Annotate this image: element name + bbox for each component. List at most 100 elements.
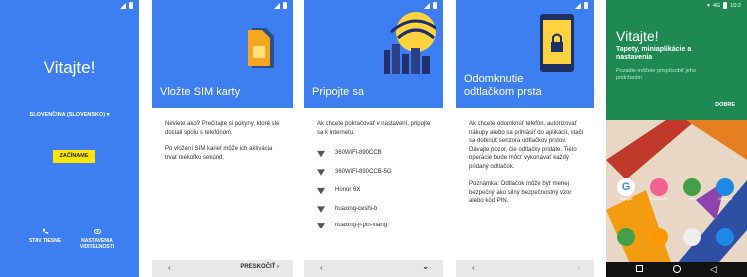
tour-note: Pozadie môžete prispôsobiť jeho pridržan…	[616, 68, 697, 81]
welcome-screen: Vitajte! SLOVENČINA (SLOVENSKO) ▾ ZAČÍNA…	[0, 0, 139, 277]
signal-icon	[424, 2, 430, 9]
phone-icon	[42, 228, 48, 234]
store-icon	[716, 178, 734, 196]
start-button[interactable]: ZAČÍNAME	[53, 150, 95, 163]
app-label: Hry	[688, 196, 696, 201]
back-icon[interactable]: ◁	[710, 264, 717, 274]
contacts-app-icon[interactable]	[650, 228, 668, 246]
network-type: 4G	[712, 2, 721, 9]
wifi-network-item[interactable]: Honor 6X	[317, 186, 433, 195]
app-google[interactable]: G Google	[614, 178, 638, 201]
skip-button[interactable]: PRESKOČIŤ ›	[240, 264, 279, 270]
battery-icon	[433, 2, 437, 9]
language-label: SLOVENČINA (SLOVENSKO)	[29, 112, 106, 118]
photos-icon	[650, 178, 668, 196]
battery-icon	[129, 2, 133, 9]
app-label: Obchod	[717, 196, 732, 201]
body: Ak chcete pokračovať v nastavení, pripoj…	[317, 120, 433, 238]
expand-button[interactable]: ⌄	[422, 262, 429, 271]
app-drawer-icon[interactable]	[683, 228, 701, 246]
description: Ak chcete odomknúť telefón, autorizovať …	[469, 121, 584, 170]
network-name: 360WiFi-890CCB-5G	[335, 168, 392, 175]
fingerprint-screen: Odomknutie odtlačkom prsta Ak chcete odom…	[456, 0, 594, 277]
ok-button[interactable]: DOBRE	[715, 102, 735, 108]
phone-app-icon[interactable]	[617, 228, 635, 246]
page-title: Pripojte sa	[312, 86, 364, 98]
accessibility-button[interactable]: NASTAVENIA VIDITEĽNOSTI	[72, 228, 122, 250]
battery-icon	[723, 2, 728, 9]
launcher-tour-screen: ▾ 4G 10:2 Vitajte! Tapety, miniaplikácie…	[606, 0, 747, 277]
clock: 10:2	[730, 2, 741, 9]
security-note: Poznámka: Odtlačok môže byť menej bezpeč…	[469, 181, 572, 204]
accessibility-label-2: VIDITEĽNOSTI	[79, 244, 115, 250]
status-bar	[424, 2, 437, 9]
status-bar	[274, 2, 287, 9]
wifi-status-icon: ▾	[707, 2, 710, 9]
sim-card-icon	[248, 28, 274, 68]
recents-icon[interactable]	[636, 265, 643, 272]
app-games[interactable]: Hry	[680, 178, 704, 201]
wifi-icon	[317, 223, 325, 228]
header: Vložte SIM karty	[152, 0, 293, 108]
app-store[interactable]: Obchod	[713, 178, 737, 201]
back-button[interactable]: ‹	[168, 263, 171, 272]
wifi-screen: Pripojte sa Ak chcete pokračovať v nasta…	[304, 0, 443, 277]
tour-title: Vitajte!	[616, 28, 659, 44]
activation-note: Po vložení SIM kariet môže ich aktivácia…	[165, 146, 273, 161]
wifi-network-item[interactable]: 360WiFi-890CCB-5G	[317, 168, 433, 177]
tour-subtitle: Tapety, miniaplikácie a nastavenia	[616, 46, 692, 61]
dock	[614, 228, 747, 246]
home-icon[interactable]	[673, 265, 681, 273]
next-button[interactable]: ›	[577, 263, 580, 272]
city-wifi-illustration	[384, 12, 436, 74]
skip-label: PRESKOČIŤ	[240, 264, 276, 270]
wifi-network-item[interactable]: huaxing-ji-pin-xiang	[317, 223, 433, 228]
wifi-network-item[interactable]: huaxing-ceshi-b	[317, 205, 433, 214]
title-line-2: odtlačkom prsta	[464, 86, 542, 98]
wifi-icon	[317, 187, 325, 195]
header: Odomknutie odtlačkom prsta	[456, 0, 594, 108]
status-bar: ▾ 4G 10:2	[707, 2, 741, 9]
wifi-icon	[317, 150, 325, 158]
status-bar	[120, 2, 133, 9]
back-button[interactable]: ‹	[320, 263, 323, 272]
app-row: G Google Fotografie Hry Obchod	[614, 178, 737, 201]
signal-icon	[274, 2, 280, 9]
language-selector[interactable]: SLOVENČINA (SLOVENSKO) ▾	[0, 112, 139, 118]
nav-bar: ‹ PRESKOČIŤ ›	[152, 260, 293, 277]
network-name: Honor 6X	[335, 187, 361, 193]
body: Ak chcete odomknúť telefón, autorizovať …	[469, 120, 584, 206]
battery-icon	[584, 2, 588, 9]
sim-screen: Vložte SIM karty Neviete ako? Prečítajte…	[152, 0, 293, 277]
emergency-label: STAV TIESNE	[28, 238, 62, 244]
welcome-title: Vitajte!	[43, 58, 96, 77]
title-line-1: Odomknutie	[464, 73, 524, 85]
network-name: huaxing-ji-pin-xiang	[335, 223, 388, 228]
back-button[interactable]: ‹	[472, 263, 475, 272]
page-title: Vložte SIM karty	[160, 86, 241, 98]
nav-bar: ‹ ⌄	[304, 260, 443, 277]
status-bar	[575, 2, 588, 9]
signal-icon	[120, 2, 126, 9]
wifi-icon	[317, 169, 325, 176]
messages-app-icon[interactable]	[716, 228, 734, 246]
wifi-network-item[interactable]: 360WiFi-890CCB	[317, 149, 433, 158]
network-name: huaxing-ceshi-b	[335, 205, 378, 212]
app-label: Google	[619, 196, 633, 201]
games-icon	[683, 178, 701, 196]
nav-bar: ‹ ›	[456, 260, 594, 277]
google-icon: G	[617, 178, 635, 196]
body: Neviete ako? Prečítajte si pokyny, ktoré…	[165, 120, 283, 162]
network-name: 360WiFi-890CCB	[335, 150, 382, 156]
emergency-button[interactable]: STAV TIESNE	[20, 228, 70, 244]
instructions: Neviete ako? Prečítajte si pokyny, ktoré…	[165, 121, 280, 136]
app-label: Fotografie	[649, 196, 668, 201]
dropdown-icon: ▾	[106, 112, 110, 118]
network-list: 360WiFi-890CCB 360WiFi-890CCB-5G Honor 6…	[317, 149, 433, 228]
wifi-icon	[317, 206, 325, 213]
app-photos[interactable]: Fotografie	[647, 178, 671, 201]
page-title: Odomknutie odtlačkom prsta	[464, 73, 586, 99]
signal-icon	[575, 2, 581, 9]
eye-icon	[93, 228, 101, 235]
header: Pripojte sa	[304, 0, 443, 108]
